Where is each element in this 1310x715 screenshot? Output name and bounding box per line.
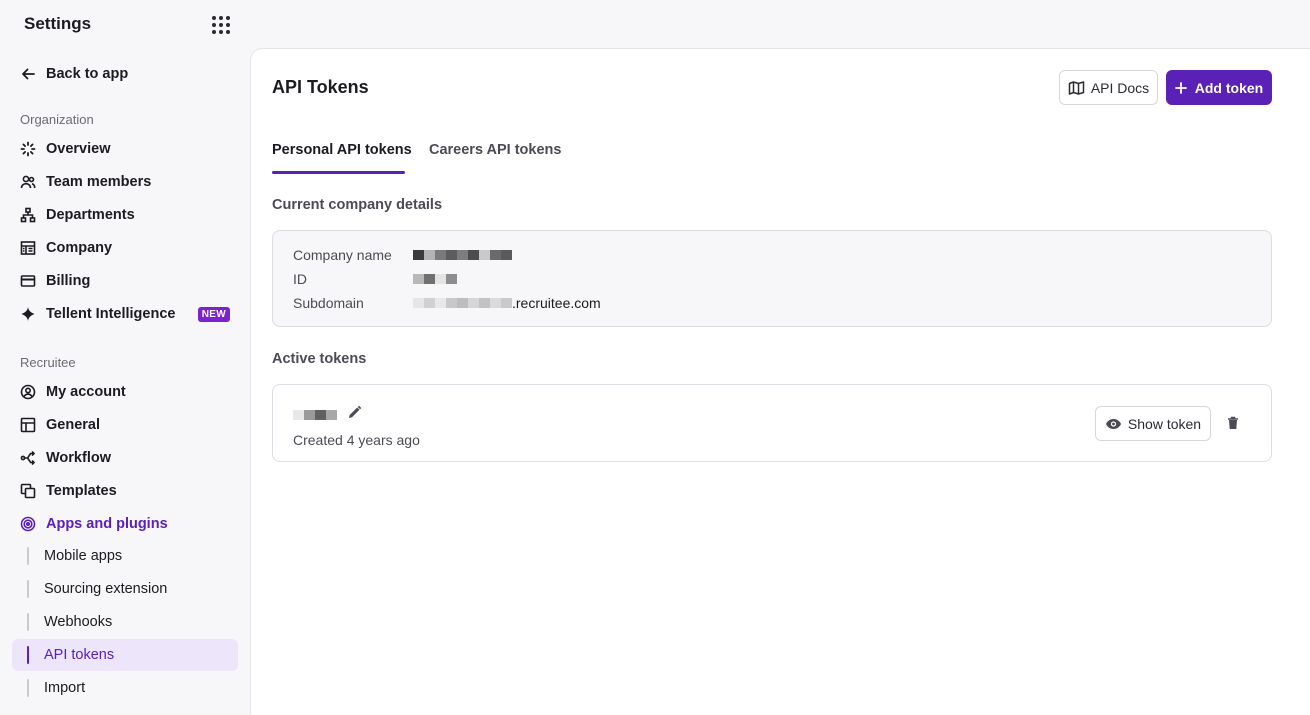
trash-icon[interactable] <box>1225 413 1241 433</box>
credit-card-icon <box>20 273 36 289</box>
company-details-box: Company name ID Subdomain .recruitee.com <box>272 230 1272 327</box>
token-created-text: Created 4 years ago <box>293 432 420 448</box>
subdomain-label: Subdomain <box>293 295 364 311</box>
company-name-row: Company name <box>293 247 512 263</box>
new-badge: NEW <box>197 306 230 322</box>
book-map-icon <box>1068 80 1085 95</box>
company-name-value-redacted <box>413 250 512 260</box>
section-label-organization: Organization <box>20 112 94 127</box>
sidebar-subitem-webhooks[interactable]: Webhooks <box>12 606 238 638</box>
sidebar-item-label: Templates <box>46 483 117 499</box>
templates-icon <box>20 483 36 499</box>
sidebar-item-label: Team members <box>46 174 152 190</box>
back-to-app-label: Back to app <box>46 66 129 82</box>
target-icon <box>20 516 36 532</box>
arrow-left-icon <box>22 68 35 80</box>
sidebar-item-workflow[interactable]: Workflow <box>12 442 238 474</box>
sidebar-item-label: Workflow <box>46 450 111 466</box>
active-tokens-heading: Active tokens <box>272 351 367 367</box>
subdomain-value: .recruitee.com <box>413 295 601 311</box>
sidebar-item-label: Tellent Intelligence <box>46 306 176 322</box>
sidebar-item-general[interactable]: General <box>12 409 238 441</box>
building-icon <box>20 240 36 256</box>
sidebar-item-label: Billing <box>46 273 91 289</box>
sidebar-item-tellent-intelligence[interactable]: Tellent Intelligence NEW <box>12 298 238 330</box>
eye-icon <box>1105 418 1121 429</box>
app-title: Settings <box>24 14 92 33</box>
sidebar-item-overview[interactable]: Overview <box>12 133 238 165</box>
company-name-label: Company name <box>293 247 392 263</box>
sidebar-item-label: My account <box>46 384 126 400</box>
subdomain-suffix: .recruitee.com <box>512 295 601 311</box>
api-docs-label: API Docs <box>1090 79 1150 96</box>
show-token-label: Show token <box>1127 415 1202 432</box>
layout-icon <box>20 417 36 433</box>
sparkle-icon <box>20 306 36 322</box>
token-card: Created 4 years ago Show token <box>272 384 1272 462</box>
tab-personal-api-tokens[interactable]: Personal API tokens <box>272 142 412 158</box>
sidebar-subitem-api-tokens[interactable]: API tokens <box>12 639 238 671</box>
user-circle-icon <box>20 384 36 400</box>
add-token-button[interactable]: Add token <box>1166 70 1272 105</box>
sidebar-item-team-members[interactable]: Team members <box>12 166 238 198</box>
back-to-app-link[interactable]: Back to app <box>20 66 128 82</box>
users-icon <box>20 174 36 190</box>
token-name-redacted <box>293 410 337 420</box>
sidebar-subitem-import[interactable]: Import <box>12 672 238 704</box>
sidebar-item-billing[interactable]: Billing <box>12 265 238 297</box>
sidebar-subitem-sourcing-extension[interactable]: Sourcing extension <box>12 573 238 605</box>
sidebar-item-company[interactable]: Company <box>12 232 238 264</box>
apps-grid-icon[interactable] <box>210 14 232 36</box>
sidebar-subitem-mobile-apps[interactable]: Mobile apps <box>12 540 238 572</box>
company-id-value-redacted <box>413 274 457 284</box>
sidebar-item-my-account[interactable]: My account <box>12 376 238 408</box>
plus-icon <box>1174 81 1187 94</box>
section-label-recruitee: Recruitee <box>20 355 76 370</box>
sidebar-item-departments[interactable]: Departments <box>12 199 238 231</box>
sidebar-item-templates[interactable]: Templates <box>12 475 238 507</box>
sidebar: Back to app Organization Overview Team m… <box>0 48 250 715</box>
tab-careers-api-tokens[interactable]: Careers API tokens <box>429 142 561 158</box>
company-details-heading: Current company details <box>272 197 443 213</box>
page-title: API Tokens <box>272 77 369 97</box>
top-bar: Settings <box>0 0 1310 48</box>
sidebar-item-label: Company <box>46 240 113 256</box>
sidebar-item-label: Apps and plugins <box>46 516 168 532</box>
sparkle-burst-icon <box>20 141 36 157</box>
sidebar-item-label: Overview <box>46 141 111 157</box>
add-token-label: Add token <box>1194 79 1264 96</box>
pencil-icon[interactable] <box>347 405 362 425</box>
workflow-icon <box>20 450 36 466</box>
sidebar-item-label: Departments <box>46 207 135 223</box>
token-name-row <box>293 405 362 425</box>
main-panel: API Tokens API Docs Add token Personal A… <box>250 48 1310 715</box>
subdomain-row: Subdomain .recruitee.com <box>293 295 601 311</box>
hierarchy-icon <box>20 207 36 223</box>
sidebar-item-apps-and-plugins[interactable]: Apps and plugins <box>12 508 238 540</box>
sidebar-item-label: General <box>46 417 100 433</box>
company-id-row: ID <box>293 271 457 287</box>
show-token-button[interactable]: Show token <box>1095 406 1211 441</box>
active-tab-indicator <box>272 171 405 174</box>
company-id-label: ID <box>293 271 307 287</box>
api-docs-button[interactable]: API Docs <box>1059 70 1158 105</box>
